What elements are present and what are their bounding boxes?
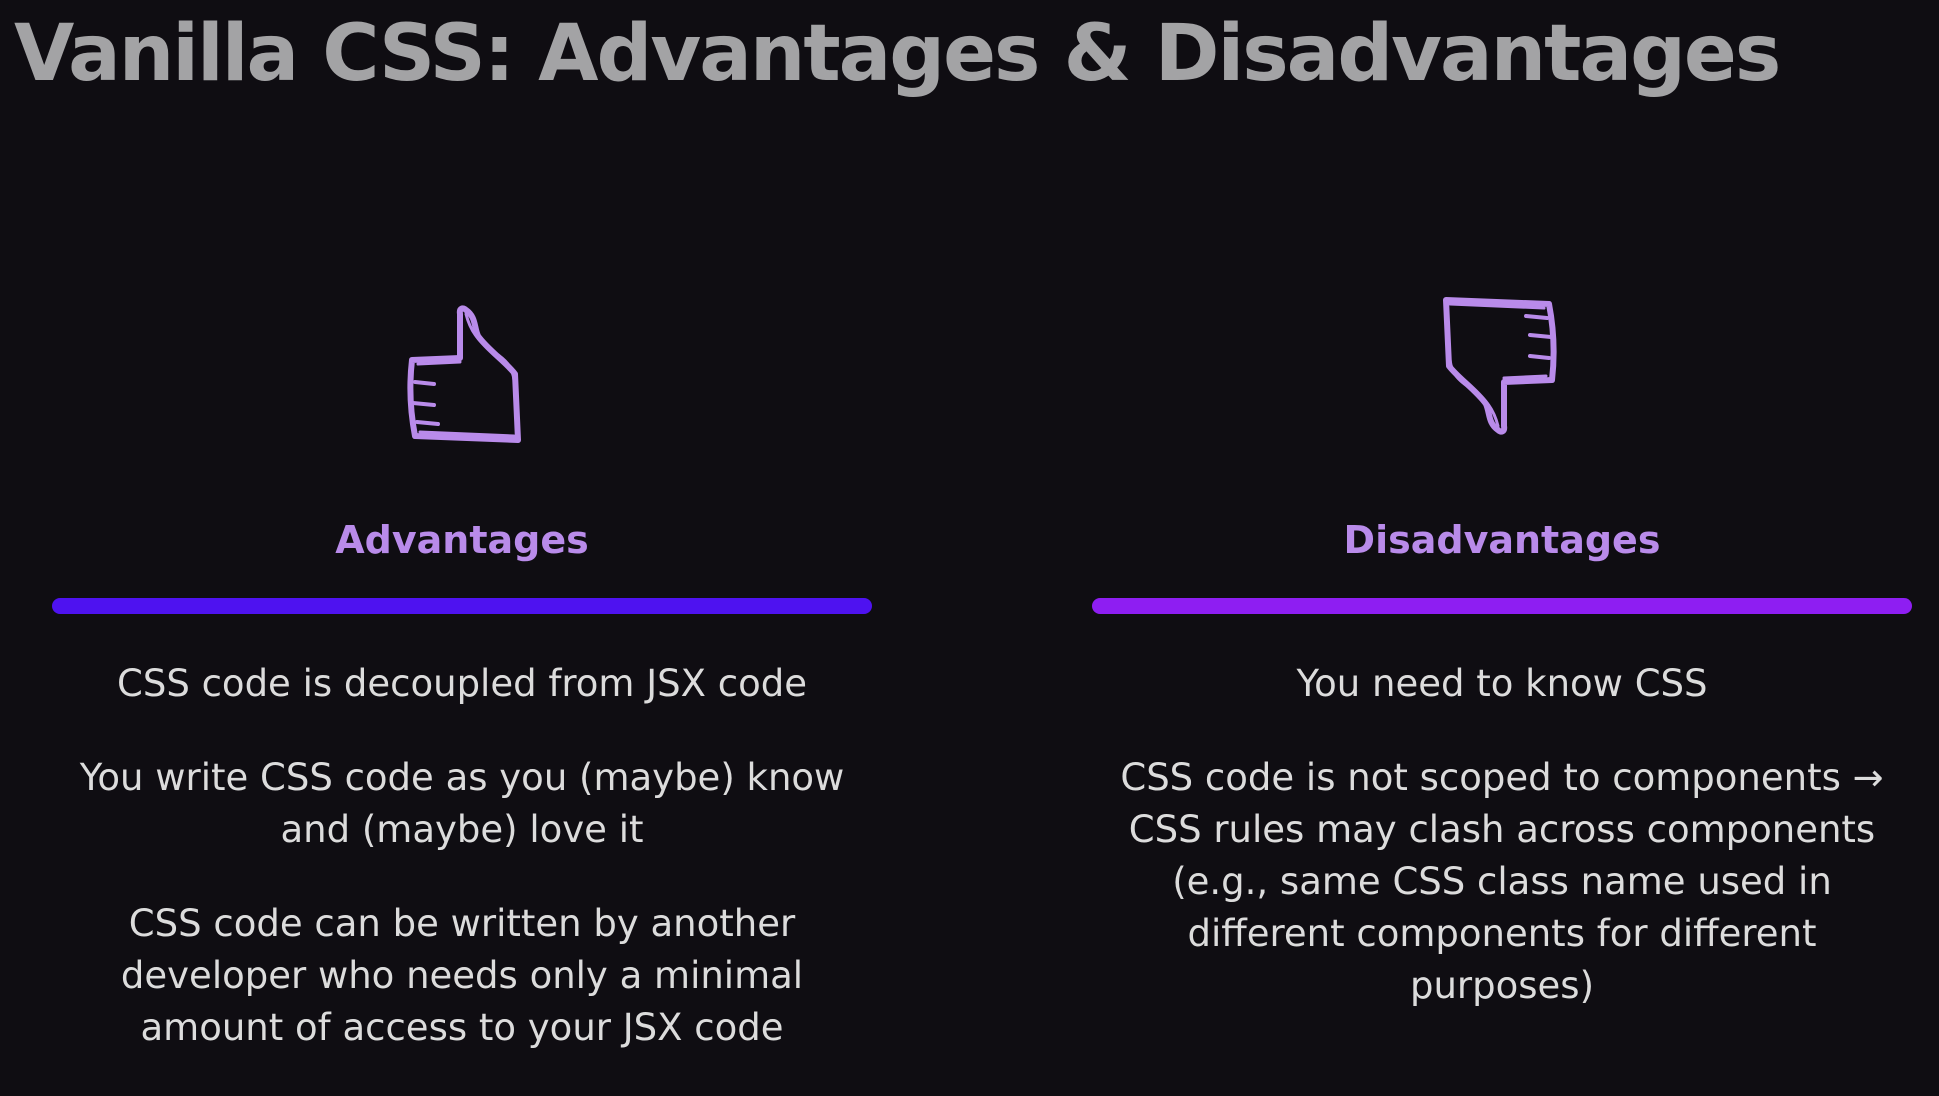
list-item: CSS code is decoupled from JSX code (52, 658, 872, 710)
thumbs-down-icon (1443, 297, 1557, 435)
list-item-line: and (maybe) love it (280, 808, 644, 851)
list-item: You need to know CSS (1092, 658, 1912, 710)
list-item-line: amount of access to your JSX code (140, 1006, 784, 1049)
disadvantages-icon-wrap (1092, 290, 1912, 470)
slide-title: Vanilla CSS: Advantages & Disadvantages (14, 9, 1781, 99)
advantages-divider (52, 598, 872, 614)
list-item-line: You write CSS code as you (maybe) know (79, 756, 845, 799)
advantages-icon-wrap (52, 290, 872, 470)
list-item: You write CSS code as you (maybe) know a… (52, 752, 872, 856)
advantages-column: Advantages CSS code is decoupled from JS… (52, 290, 872, 1049)
list-item-line: CSS code is decoupled from JSX code (117, 662, 807, 705)
advantages-heading: Advantages (335, 518, 589, 562)
list-item: CSS code can be written by another devel… (52, 898, 872, 1054)
list-item: CSS code is not scoped to components → C… (1092, 752, 1912, 1012)
advantages-list: CSS code is decoupled from JSX code You … (52, 658, 872, 1096)
list-item-line: different components for different (1187, 912, 1817, 955)
disadvantages-column: Disadvantages You need to know CSS CSS c… (1092, 290, 1912, 1007)
list-item-line: CSS rules may clash across components (1128, 808, 1876, 851)
disadvantages-divider (1092, 598, 1912, 614)
disadvantages-heading: Disadvantages (1343, 518, 1661, 562)
disadvantages-list: You need to know CSS CSS code is not sco… (1092, 658, 1912, 1054)
thumbs-up-icon (407, 305, 521, 443)
list-item-line: You need to know CSS (1296, 662, 1708, 705)
list-item-line: developer who needs only a minimal (120, 954, 804, 997)
list-item-line: CSS code can be written by another (128, 902, 796, 945)
list-item-line: purposes) (1409, 964, 1595, 1007)
list-item-line: CSS code is not scoped to components → (1120, 756, 1884, 799)
list-item-line: (e.g., same CSS class name used in (1172, 860, 1832, 903)
